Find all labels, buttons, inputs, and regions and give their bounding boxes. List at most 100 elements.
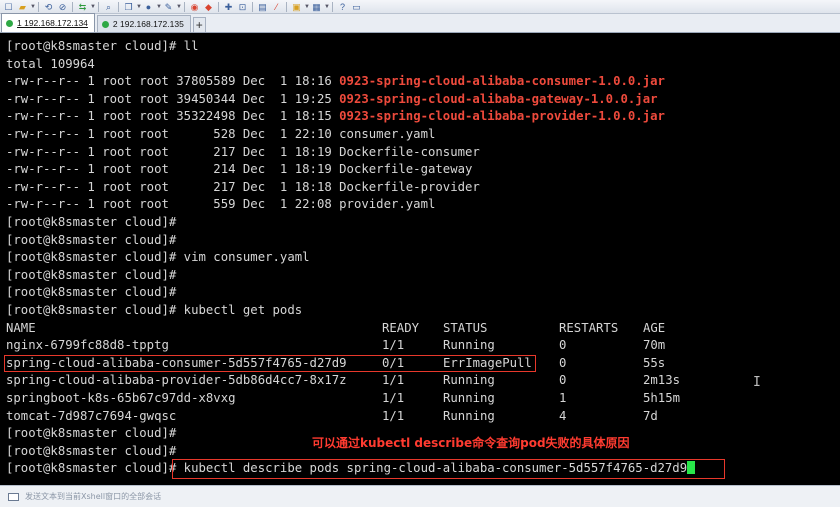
toolbar-separator bbox=[118, 1, 119, 12]
help-icon[interactable]: ? bbox=[336, 1, 349, 13]
dropdown-caret-icon[interactable]: ▼ bbox=[176, 4, 182, 10]
pod-row: tomcat-7d987c7694-gwqsc 1/1 Running 4 7d bbox=[6, 408, 836, 426]
terminal-line: [root@k8smaster cloud]# bbox=[6, 267, 177, 282]
pod-row: spring-cloud-alibaba-provider-5db86d4cc7… bbox=[6, 372, 836, 390]
dropdown-caret-icon[interactable]: ▼ bbox=[324, 4, 330, 10]
session-tab-label: 1 192.168.172.134 bbox=[17, 18, 88, 28]
compose-icon[interactable]: ✎ bbox=[162, 1, 175, 13]
pod-status: Running bbox=[443, 408, 495, 423]
compose-bar-icon[interactable] bbox=[8, 492, 19, 501]
session-tab-1[interactable]: 1 192.168.172.134 bbox=[1, 13, 95, 32]
lock-icon[interactable]: ⊡ bbox=[236, 1, 249, 13]
terminal-line: total 109964 bbox=[6, 56, 95, 71]
pod-age: 5h15m bbox=[643, 391, 681, 405]
pod-row: nginx-6799fc88d8-tpptg 1/1 Running 0 70m bbox=[6, 337, 836, 355]
jar-filename: 0923-spring-cloud-alibaba-consumer-1.0.0… bbox=[339, 74, 665, 89]
dropdown-caret-icon[interactable]: ▼ bbox=[30, 4, 36, 10]
pod-ready: 1/1 bbox=[382, 338, 405, 353]
dropdown-caret-icon[interactable]: ▼ bbox=[156, 4, 162, 10]
dropdown-caret-icon[interactable]: ▼ bbox=[136, 4, 142, 10]
terminal-line: [root@k8smaster cloud]# bbox=[6, 426, 177, 441]
pod-status: Running bbox=[443, 391, 495, 405]
disconnect-icon[interactable]: ⊘ bbox=[56, 1, 69, 13]
toolbar-separator bbox=[332, 1, 333, 12]
toolbar-separator bbox=[98, 1, 99, 12]
add-tab-button[interactable]: + bbox=[192, 17, 206, 32]
dropdown-caret-icon[interactable]: ▼ bbox=[90, 4, 96, 10]
pod-restarts: 4 bbox=[559, 408, 567, 423]
xshell-logo-icon[interactable]: ◆ bbox=[202, 1, 215, 13]
pod-age: 7d bbox=[643, 408, 658, 423]
dropdown-caret-icon[interactable]: ▼ bbox=[304, 4, 310, 10]
toolbar-separator bbox=[252, 1, 253, 12]
terminal-line: -rw-r--r-- 1 root root 39450344 Dec 1 19… bbox=[6, 91, 658, 109]
send-to-all-sessions-input[interactable] bbox=[25, 492, 840, 501]
terminal-line: [root@k8smaster cloud]# bbox=[6, 443, 177, 458]
pod-status: Running bbox=[443, 373, 495, 388]
reconnect-icon[interactable]: ⟲ bbox=[42, 1, 55, 13]
pod-name: spring-cloud-alibaba-provider-5db86d4cc7… bbox=[6, 373, 347, 388]
connected-status-icon bbox=[6, 19, 13, 27]
connected-status-icon bbox=[101, 20, 109, 28]
terminal-line: [root@k8smaster cloud]# bbox=[6, 215, 177, 229]
failed-pod-highlight-box bbox=[4, 355, 536, 372]
find-icon[interactable]: ⌕ bbox=[102, 1, 115, 13]
terminal-line: -rw-r--r-- 1 root root 37805589 Dec 1 18… bbox=[6, 73, 665, 91]
pod-age: 55s bbox=[643, 355, 666, 370]
terminal-line: [root@k8smaster cloud]# bbox=[6, 232, 177, 247]
terminal-line: [root@k8smaster cloud]# kubectl get pods bbox=[6, 303, 303, 317]
col-ready-header: READY bbox=[382, 320, 420, 335]
pod-name: springboot-k8s-65b67c97dd-x8vxg bbox=[6, 391, 236, 405]
fullscreen-icon[interactable]: ✚ bbox=[222, 1, 235, 13]
file-meta: -rw-r--r-- 1 root root 37805589 Dec 1 18… bbox=[6, 74, 340, 89]
col-status-header: STATUS bbox=[443, 320, 488, 335]
pod-name: nginx-6799fc88d8-tpptg bbox=[6, 338, 169, 353]
terminal-line: [root@k8smaster cloud]# vim consumer.yam… bbox=[6, 250, 310, 265]
col-name-header: NAME bbox=[6, 320, 36, 335]
tile-icon[interactable]: ▦ bbox=[310, 1, 323, 13]
col-restarts-header: RESTARTS bbox=[559, 320, 619, 335]
jar-filename: 0923-spring-cloud-alibaba-provider-1.0.0… bbox=[339, 109, 665, 124]
window-icon[interactable]: ▣ bbox=[290, 1, 303, 13]
pods-header-row: NAME READY STATUS RESTARTS AGE bbox=[6, 320, 836, 338]
chat-icon[interactable]: ▭ bbox=[350, 1, 363, 13]
pod-ready: 1/1 bbox=[382, 373, 405, 388]
globe-icon[interactable]: ● bbox=[142, 1, 155, 13]
copy-icon[interactable]: ❐ bbox=[122, 1, 135, 13]
pod-restarts: 0 bbox=[559, 355, 567, 370]
terminal-line: -rw-r--r-- 1 root root 217 Dec 1 18:19 D… bbox=[6, 144, 480, 159]
session-tab-label: 2 192.168.172.135 bbox=[112, 19, 184, 29]
session-tab-2[interactable]: 2 192.168.172.135 bbox=[96, 15, 191, 32]
text-ibeam-cursor-icon: I bbox=[753, 375, 761, 390]
file-meta: -rw-r--r-- 1 root root 39450344 Dec 1 19… bbox=[6, 91, 340, 106]
pod-restarts: 0 bbox=[559, 373, 567, 388]
pod-age: 2m13s bbox=[643, 373, 681, 388]
pod-restarts: 0 bbox=[559, 338, 567, 353]
toolbar-separator bbox=[218, 1, 219, 12]
terminal-line: [root@k8smaster cloud]# bbox=[6, 285, 177, 300]
script-icon[interactable]: ⁄ bbox=[270, 1, 283, 13]
file-meta: -rw-r--r-- 1 root root 35322498 Dec 1 18… bbox=[6, 109, 340, 124]
pod-age: 70m bbox=[643, 338, 666, 353]
terminal-line: -rw-r--r-- 1 root root 214 Dec 1 18:19 D… bbox=[6, 162, 473, 177]
command-highlight-box bbox=[172, 459, 725, 479]
open-folder-icon[interactable]: ▰ bbox=[16, 1, 29, 13]
keyboard-icon[interactable]: ▤ bbox=[256, 1, 269, 13]
xftp-icon[interactable]: ◉ bbox=[188, 1, 201, 13]
pod-name: tomcat-7d987c7694-gwqsc bbox=[6, 408, 177, 423]
pod-status: Running bbox=[443, 338, 495, 353]
main-toolbar: ☐ ▰ ▼ ⟲ ⊘ ⇆ ▼ ⌕ ❐ ▼ ● ▼ ✎ ▼ ◉ ◆ ✚ ⊡ ▤ ⁄ ▣ ▼ ▦ ▼? ▭ bbox=[0, 0, 840, 14]
transfer-icon[interactable]: ⇆ bbox=[76, 1, 89, 13]
toolbar-separator bbox=[38, 1, 39, 12]
compose-bar bbox=[0, 485, 840, 507]
toolbar-separator bbox=[184, 1, 185, 12]
terminal-screen[interactable]: [root@k8smaster cloud]# ll total 109964 … bbox=[0, 33, 840, 485]
terminal-line: -rw-r--r-- 1 root root 217 Dec 1 18:18 D… bbox=[6, 179, 480, 194]
pod-row: springboot-k8s-65b67c97dd-x8vxg 1/1 Runn… bbox=[6, 390, 836, 408]
pod-ready: 1/1 bbox=[382, 391, 405, 405]
terminal-line: [root@k8smaster cloud]# ll bbox=[6, 39, 199, 53]
terminal-line: -rw-r--r-- 1 root root 559 Dec 1 22:08 p… bbox=[6, 197, 436, 212]
annotation-note: 可以通过kubectl describe命令查询pod失败的具体原因 bbox=[312, 436, 630, 450]
pod-ready: 1/1 bbox=[382, 408, 405, 423]
new-session-icon[interactable]: ☐ bbox=[2, 1, 15, 13]
